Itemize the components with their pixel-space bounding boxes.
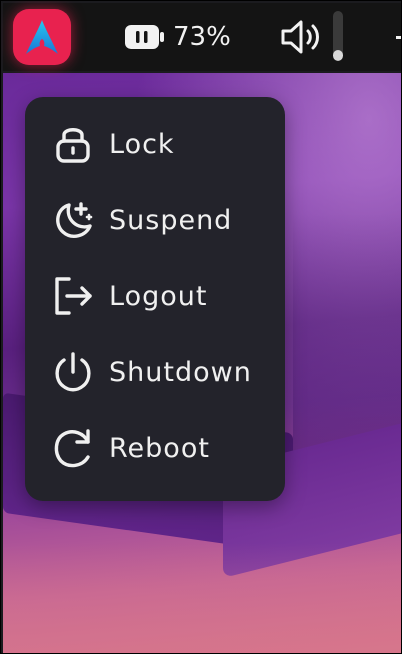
top-bar: 73%	[3, 3, 401, 71]
menu-item-label: Shutdown	[109, 356, 252, 388]
lock-icon	[51, 122, 95, 166]
menu-item-shutdown[interactable]: Shutdown	[25, 337, 285, 407]
power-menu: Lock Suspend Logout Shutdown Reboot	[25, 97, 285, 501]
battery-percent: 73%	[173, 22, 231, 52]
more-icon[interactable]	[393, 25, 402, 51]
menu-item-reboot[interactable]: Reboot	[25, 413, 285, 483]
menu-item-label: Reboot	[109, 432, 210, 464]
menu-item-lock[interactable]: Lock	[25, 109, 285, 179]
moon-icon	[51, 198, 95, 242]
launcher-button[interactable]	[13, 9, 71, 65]
menu-item-logout[interactable]: Logout	[25, 261, 285, 331]
battery-indicator[interactable]: 73%	[123, 17, 231, 57]
screen: 73% Lock Suspend Logout Shutdown Reboot	[0, 0, 402, 654]
reboot-icon	[51, 426, 95, 470]
menu-item-label: Suspend	[109, 204, 233, 236]
battery-icon	[125, 25, 164, 49]
menu-item-suspend[interactable]: Suspend	[25, 185, 285, 255]
arch-logo-icon	[26, 20, 58, 54]
power-icon	[51, 350, 95, 394]
menu-item-label: Logout	[109, 280, 208, 312]
volume-slider-fill	[333, 50, 343, 61]
logout-icon	[51, 274, 95, 318]
volume-slider[interactable]	[333, 11, 343, 61]
menu-item-label: Lock	[109, 128, 175, 160]
volume-button[interactable]	[277, 15, 327, 59]
volume-icon	[281, 20, 319, 54]
